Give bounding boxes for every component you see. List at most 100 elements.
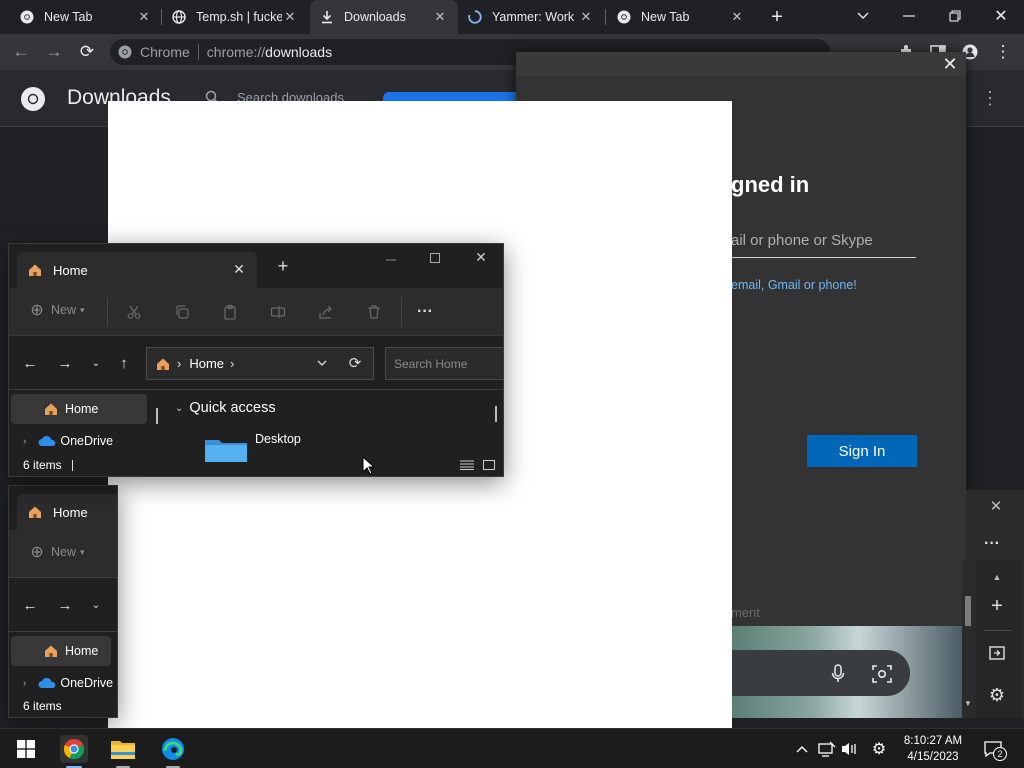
- tab-downloads[interactable]: Downloads ✕: [310, 0, 458, 34]
- create-account-link[interactable]: email, Gmail or phone!: [731, 278, 857, 292]
- show-hidden-icons-chevron-icon[interactable]: [792, 739, 812, 759]
- breadcrumb[interactable]: Home: [189, 356, 224, 371]
- navigation-pane: Home › OneDrive: [9, 632, 117, 700]
- back-arrow-icon[interactable]: ←: [21, 596, 39, 614]
- new-button[interactable]: ⊕ New ▾: [29, 302, 84, 319]
- minimize-icon[interactable]: [381, 250, 401, 270]
- hide-sidebar-icon[interactable]: [986, 642, 1008, 664]
- taskbar: ⚙ 8:10:27 AM 4/15/2023 2: [0, 728, 1024, 768]
- tab-new-tab-1[interactable]: New Tab ✕: [10, 0, 162, 34]
- search-home-input[interactable]: Search Home: [385, 347, 503, 380]
- tab-new-tab-2[interactable]: New Tab ✕: [607, 0, 755, 34]
- more-options-icon[interactable]: ⋮: [980, 88, 1000, 108]
- rename-icon[interactable]: [268, 302, 288, 322]
- delete-icon[interactable]: [364, 302, 384, 322]
- tab-title: Temp.sh | fucke: [196, 10, 282, 24]
- tiles-view-icon[interactable]: [481, 458, 497, 472]
- close-tab-icon[interactable]: ✕: [136, 9, 152, 25]
- tab-yammer[interactable]: Yammer: Work ✕: [458, 0, 604, 34]
- paste-icon[interactable]: [220, 302, 240, 322]
- forward-arrow-icon[interactable]: →: [56, 596, 74, 614]
- file-explorer-taskbar-icon[interactable]: [109, 735, 137, 763]
- folder-label: Desktop: [255, 432, 301, 446]
- forward-arrow-icon[interactable]: →: [43, 41, 65, 63]
- maximize-icon[interactable]: [425, 248, 445, 268]
- quick-access-header[interactable]: ⌄ Quick access: [175, 400, 276, 416]
- explorer-titlebar: Home: [9, 486, 117, 530]
- visual-search-icon[interactable]: [871, 663, 893, 685]
- recent-chevron-icon[interactable]: ⌄: [87, 596, 105, 614]
- nav-item-onedrive[interactable]: › OneDrive: [11, 426, 147, 456]
- new-button[interactable]: ⊕ New ▾: [29, 544, 84, 561]
- nav-item-home[interactable]: Home: [11, 394, 147, 424]
- system-clock[interactable]: 8:10:27 AM 4/15/2023: [898, 733, 968, 765]
- expand-chevron-icon[interactable]: ›: [23, 678, 26, 689]
- close-tab-icon[interactable]: ✕: [432, 9, 448, 25]
- chrome-taskbar-icon[interactable]: [60, 735, 88, 763]
- nav-label: Home: [65, 402, 99, 416]
- nav-scrollbar[interactable]: [156, 408, 158, 424]
- close-tab-icon[interactable]: ✕: [578, 9, 594, 25]
- nav-item-home[interactable]: Home: [11, 636, 111, 666]
- back-arrow-icon[interactable]: ←: [21, 354, 39, 372]
- content-pane: ⌄ Quick access Desktop: [165, 390, 503, 462]
- details-view-icon[interactable]: [459, 458, 475, 472]
- breadcrumb-separator-icon: ›: [230, 356, 235, 371]
- tab-search-chevron-icon[interactable]: [850, 4, 876, 28]
- new-tab-button[interactable]: +: [273, 256, 293, 276]
- address-dropdown-icon[interactable]: [315, 356, 329, 370]
- forward-arrow-icon[interactable]: →: [56, 354, 74, 372]
- content-scrollbar[interactable]: [495, 406, 497, 422]
- microphone-icon[interactable]: [828, 663, 848, 685]
- explorer-tab-home[interactable]: Home: [17, 494, 117, 530]
- close-icon[interactable]: ✕: [940, 54, 960, 74]
- scrollbar[interactable]: [962, 560, 974, 718]
- add-icon[interactable]: +: [986, 595, 1008, 617]
- close-tab-icon[interactable]: ✕: [231, 261, 247, 277]
- scrollbar-thumb[interactable]: [965, 596, 971, 626]
- cut-icon[interactable]: [124, 302, 144, 322]
- close-tab-icon[interactable]: ✕: [729, 9, 745, 25]
- tab-temp-sh[interactable]: Temp.sh | fucke ✕: [162, 0, 308, 34]
- reload-icon[interactable]: ⟳: [76, 41, 98, 63]
- minimize-icon[interactable]: [896, 4, 922, 28]
- new-tab-button[interactable]: +: [766, 6, 788, 28]
- recent-chevron-icon[interactable]: ⌄: [87, 354, 105, 372]
- scroll-down-icon[interactable]: ▼: [963, 698, 973, 708]
- close-window-icon[interactable]: ✕: [471, 247, 491, 267]
- globe-icon: [172, 10, 186, 24]
- nav-item-onedrive[interactable]: › OneDrive: [11, 668, 117, 698]
- new-label: New: [51, 303, 77, 317]
- more-options-icon[interactable]: ···: [982, 534, 1002, 554]
- back-arrow-icon[interactable]: ←: [10, 41, 32, 63]
- scroll-up-icon[interactable]: ▲: [990, 570, 1004, 584]
- search-placeholder: Search Home: [394, 356, 468, 371]
- settings-gear-icon[interactable]: ⚙: [986, 684, 1008, 706]
- copy-icon[interactable]: [172, 302, 192, 322]
- onedrive-cloud-icon: [38, 677, 56, 689]
- start-windows-icon[interactable]: [12, 735, 40, 763]
- share-icon[interactable]: [316, 302, 336, 322]
- refresh-icon[interactable]: ⟳: [347, 355, 363, 372]
- sign-in-button[interactable]: Sign In: [807, 435, 917, 467]
- see-more-icon[interactable]: ···: [415, 302, 435, 322]
- network-icon[interactable]: [817, 739, 837, 759]
- omnibox-divider: [197, 44, 199, 60]
- edge-taskbar-icon[interactable]: [159, 735, 187, 763]
- restore-icon[interactable]: [942, 4, 968, 28]
- explorer-tab-home[interactable]: Home ✕: [17, 252, 257, 288]
- close-icon[interactable]: ✕: [986, 496, 1006, 516]
- address-box[interactable]: › Home › ⟳: [146, 347, 374, 380]
- status-divider: [71, 459, 73, 471]
- item-count: 6 items: [23, 458, 62, 472]
- up-arrow-icon[interactable]: ↑: [115, 354, 133, 372]
- close-window-icon[interactable]: ✕: [988, 4, 1014, 28]
- close-tab-icon[interactable]: ✕: [282, 9, 298, 25]
- volume-icon[interactable]: [840, 739, 860, 759]
- chrome-menu-icon[interactable]: ⋮: [992, 41, 1014, 63]
- email-field[interactable]: ail or phone or Skype: [731, 232, 916, 258]
- settings-gear-icon[interactable]: ⚙: [869, 739, 889, 759]
- collapse-chevron-icon[interactable]: ⌄: [175, 403, 183, 414]
- expand-chevron-icon[interactable]: ›: [23, 436, 26, 447]
- chrome-tab-strip: New Tab ✕ Temp.sh | fucke ✕ Downloads ✕ …: [0, 0, 1024, 34]
